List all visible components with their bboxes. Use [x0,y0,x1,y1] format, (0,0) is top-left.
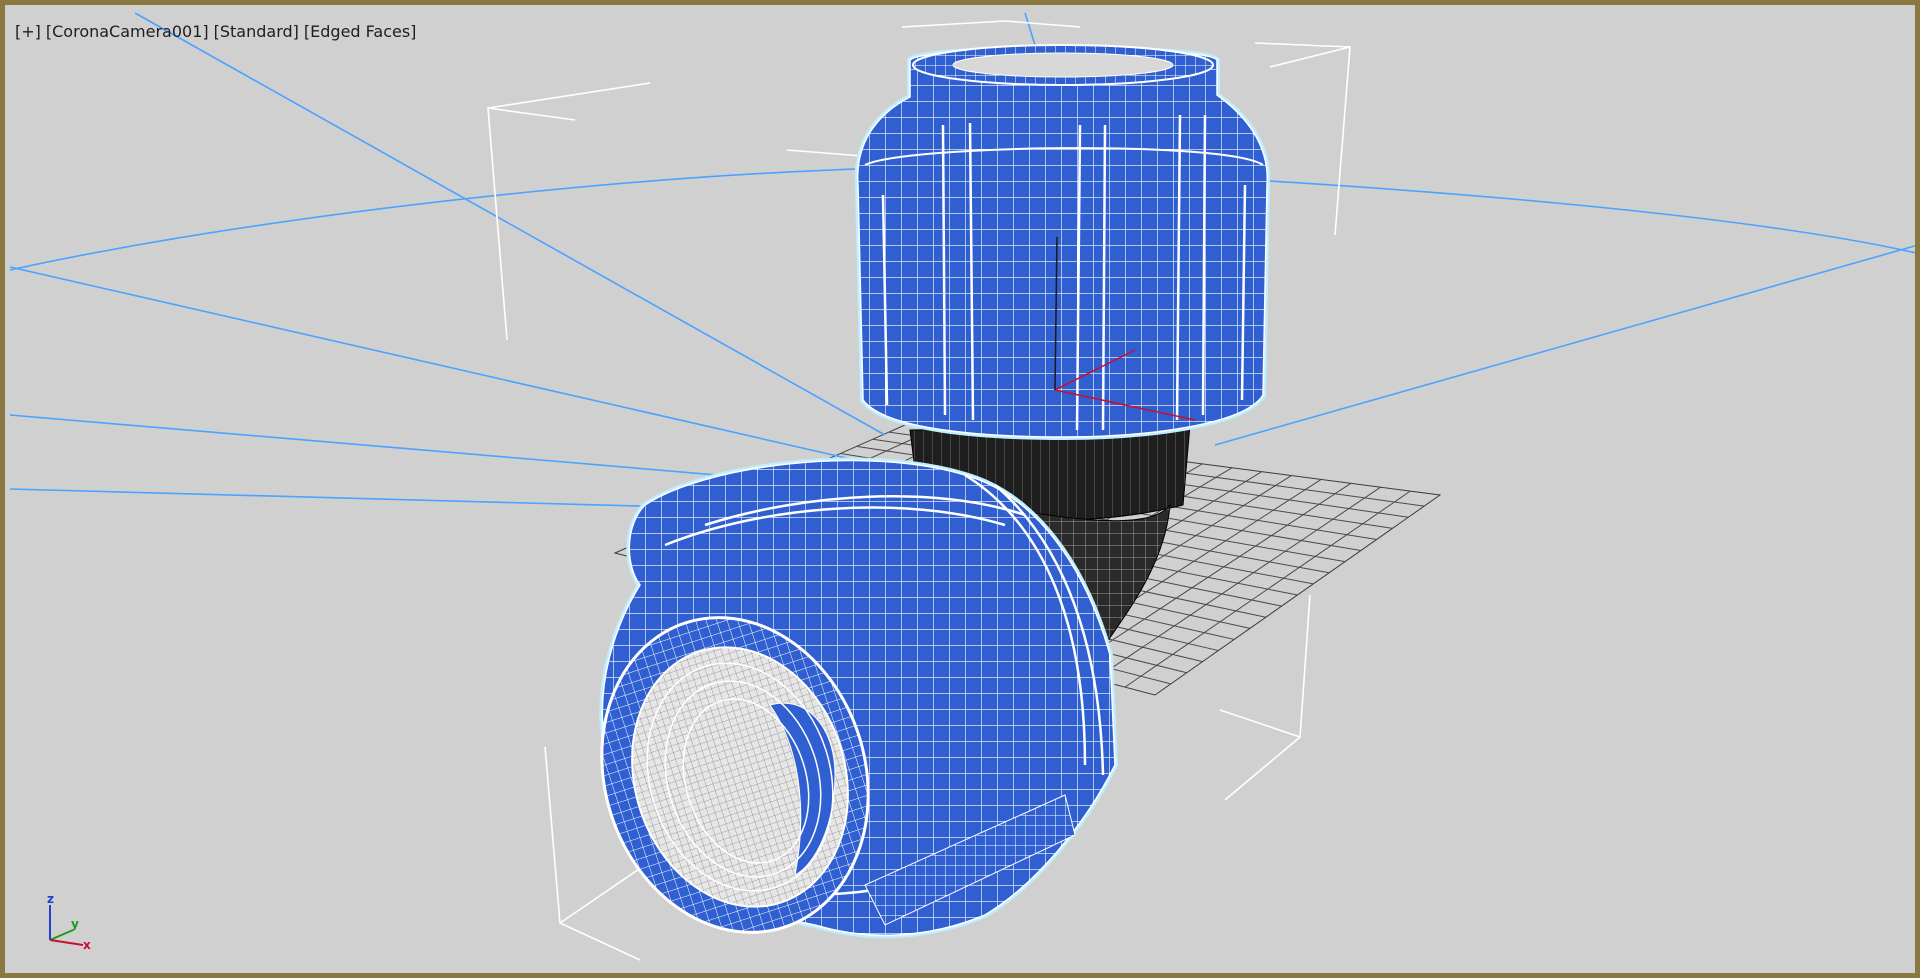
axis-z-label: z [47,892,54,906]
viewport-display-mode-menu[interactable]: [Edged Faces] [304,22,417,41]
viewport-shading-menu[interactable]: [Standard] [214,22,299,41]
viewport-canvas[interactable]: z y x [5,5,1920,978]
viewport-camera-menu[interactable]: [CoronaCamera001] [46,22,209,41]
pipe-elbow-fitting[interactable] [562,44,1271,967]
perspective-viewport[interactable]: z y x [+] [CoronaCamera001] [Standard] [… [0,0,1920,978]
axis-x-label: x [83,938,91,952]
viewport-label-menu[interactable]: [+] [CoronaCamera001] [Standard] [Edged … [15,22,416,41]
axis-y-label: y [71,917,79,931]
viewport-general-menu[interactable]: [+] [15,22,41,41]
axis-tripod: z y x [47,892,91,952]
